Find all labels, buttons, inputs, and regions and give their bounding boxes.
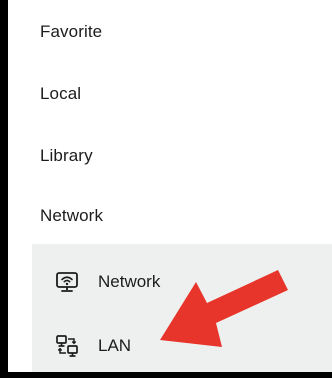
network-submenu: Network LAN: [32, 244, 332, 372]
menu-item-network-label: Network: [40, 206, 104, 225]
lan-computers-icon: [56, 335, 78, 357]
menu-item-local-label: Local: [40, 84, 82, 103]
submenu-item-network-label: Network: [98, 272, 161, 291]
menu-item-favorite-label: Favorite: [40, 22, 103, 41]
submenu-item-lan[interactable]: LAN: [32, 316, 332, 372]
menu-item-library[interactable]: Library: [8, 126, 332, 186]
menu-item-local[interactable]: Local: [8, 64, 332, 124]
submenu-item-lan-label: LAN: [98, 336, 132, 355]
submenu-item-network[interactable]: Network: [32, 252, 332, 312]
menu-item-favorite[interactable]: Favorite: [8, 2, 332, 62]
navigation-menu: Favorite Local Library Network Network L…: [8, 0, 332, 372]
menu-item-network[interactable]: Network: [8, 186, 332, 246]
wifi-monitor-icon: [56, 272, 78, 292]
menu-item-library-label: Library: [40, 146, 93, 165]
